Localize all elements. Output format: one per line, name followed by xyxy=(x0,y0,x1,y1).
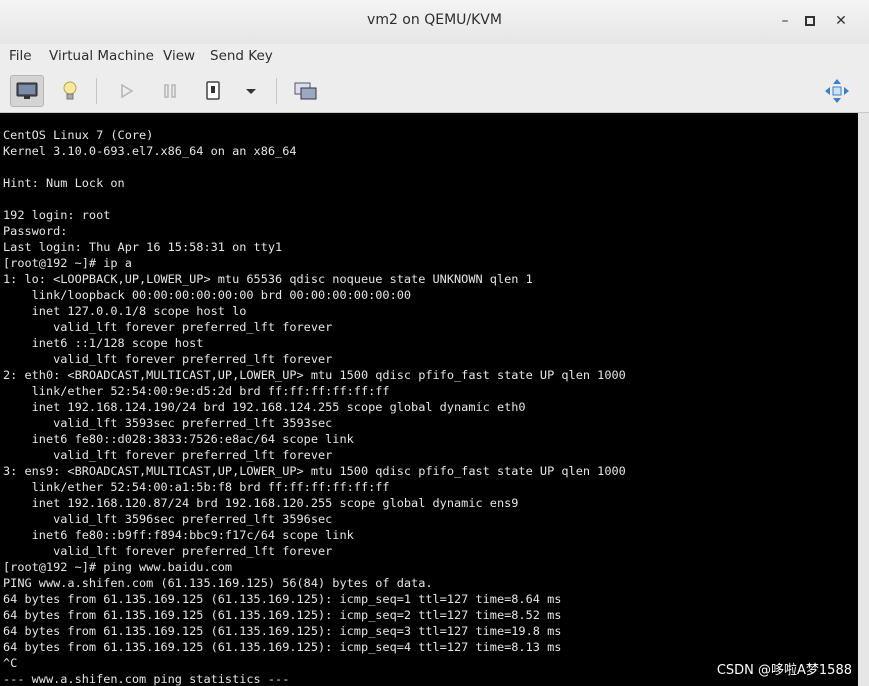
console-line: 192 login: root xyxy=(3,208,111,222)
vm-console-display[interactable]: CentOS Linux 7 (Core) Kernel 3.10.0-693.e… xyxy=(0,113,858,686)
console-line: inet6 ::1/128 scope host xyxy=(3,336,204,350)
console-line: valid_lft 3593sec preferred_lft 3593sec xyxy=(3,416,333,430)
console-line: 3: ens9: <BROADCAST,MULTICAST,UP,LOWER_U… xyxy=(3,464,626,478)
menu-virtual-machine[interactable]: Virtual Machine xyxy=(49,48,154,64)
minimize-button[interactable]: – xyxy=(776,12,794,30)
monitor-icon xyxy=(16,82,38,99)
console-line: inet 127.0.0.1/8 scope host lo xyxy=(3,304,247,318)
shutdown-menu-button[interactable] xyxy=(236,75,266,107)
chevron-down-icon xyxy=(246,89,256,94)
console-line: Hint: Num Lock on xyxy=(3,176,125,190)
console-line: valid_lft 3596sec preferred_lft 3596sec xyxy=(3,512,333,526)
console-line: link/ether 52:54:00:9e:d5:2d brd ff:ff:f… xyxy=(3,384,390,398)
menubar: File Virtual Machine View Send Key xyxy=(0,44,869,70)
console-line: Password: xyxy=(3,224,68,238)
snapshot-icon xyxy=(294,82,317,100)
console-line: [root@192 ~]# ip a xyxy=(3,256,132,270)
toolbar-separator xyxy=(96,78,97,104)
pause-button[interactable] xyxy=(153,75,187,107)
console-line: 1: lo: <LOOPBACK,UP,LOWER_UP> mtu 65536 … xyxy=(3,272,533,286)
fullscreen-icon xyxy=(825,79,849,103)
console-line: 64 bytes from 61.135.169.125 (61.135.169… xyxy=(3,608,562,622)
console-line: [root@192 ~]# ping www.baidu.com xyxy=(3,560,233,574)
shutdown-button[interactable] xyxy=(196,75,230,107)
console-line: link/loopback 00:00:00:00:00:00 brd 00:0… xyxy=(3,288,412,302)
toolbar-separator xyxy=(276,78,277,104)
console-line: 64 bytes from 61.135.169.125 (61.135.169… xyxy=(3,592,562,606)
snapshots-button[interactable] xyxy=(289,75,323,107)
fullscreen-button[interactable] xyxy=(820,75,854,107)
pause-icon xyxy=(164,84,176,98)
console-line: valid_lft forever preferred_lft forever xyxy=(3,352,333,366)
console-line: link/ether 52:54:00:a1:5b:f8 brd ff:ff:f… xyxy=(3,480,390,494)
console-line: PING www.a.shifen.com (61.135.169.125) 5… xyxy=(3,576,433,590)
console-scroll-edge xyxy=(858,113,869,686)
menu-file[interactable]: File xyxy=(9,48,32,64)
console-line: 64 bytes from 61.135.169.125 (61.135.169… xyxy=(3,640,562,654)
lightbulb-icon xyxy=(63,81,77,100)
run-button[interactable] xyxy=(109,75,143,107)
maximize-button[interactable] xyxy=(801,12,819,30)
console-line: valid_lft forever preferred_lft forever xyxy=(3,448,333,462)
details-view-button[interactable] xyxy=(53,75,87,107)
console-line: inet6 fe80::b9ff:f894:bbc9:f17c/64 scope… xyxy=(3,528,354,542)
console-line: valid_lft forever preferred_lft forever xyxy=(3,320,333,334)
console-line: valid_lft forever preferred_lft forever xyxy=(3,544,333,558)
terminal-output: CentOS Linux 7 (Core) Kernel 3.10.0-693.e… xyxy=(0,113,858,686)
console-line: 64 bytes from 61.135.169.125 (61.135.169… xyxy=(3,624,562,638)
console-line: inet6 fe80::d028:3833:7526:e8ac/64 scope… xyxy=(3,432,354,446)
console-view-button[interactable] xyxy=(10,75,44,107)
maximize-icon xyxy=(805,16,815,26)
window-titlebar[interactable]: vm2 on QEMU/KVM – ✕ xyxy=(0,0,869,45)
console-line: inet 192.168.120.87/24 brd 192.168.120.2… xyxy=(3,496,519,510)
console-line: inet 192.168.124.190/24 brd 192.168.124.… xyxy=(3,400,526,414)
menu-send-key[interactable]: Send Key xyxy=(210,48,273,64)
console-line: 2: eth0: <BROADCAST,MULTICAST,UP,LOWER_U… xyxy=(3,368,626,382)
play-icon xyxy=(121,83,134,99)
close-button[interactable]: ✕ xyxy=(832,12,850,30)
menu-view[interactable]: View xyxy=(163,48,195,64)
console-line: Last login: Thu Apr 16 15:58:31 on tty1 xyxy=(3,240,283,254)
console-line: CentOS Linux 7 (Core) xyxy=(3,128,154,142)
console-line: Kernel 3.10.0-693.el7.x86_64 on an x86_6… xyxy=(3,144,297,158)
power-icon xyxy=(206,81,220,100)
watermark: CSDN @哆啦A梦1588 xyxy=(716,663,852,678)
window-title: vm2 on QEMU/KVM xyxy=(367,12,502,28)
toolbar xyxy=(0,70,869,113)
